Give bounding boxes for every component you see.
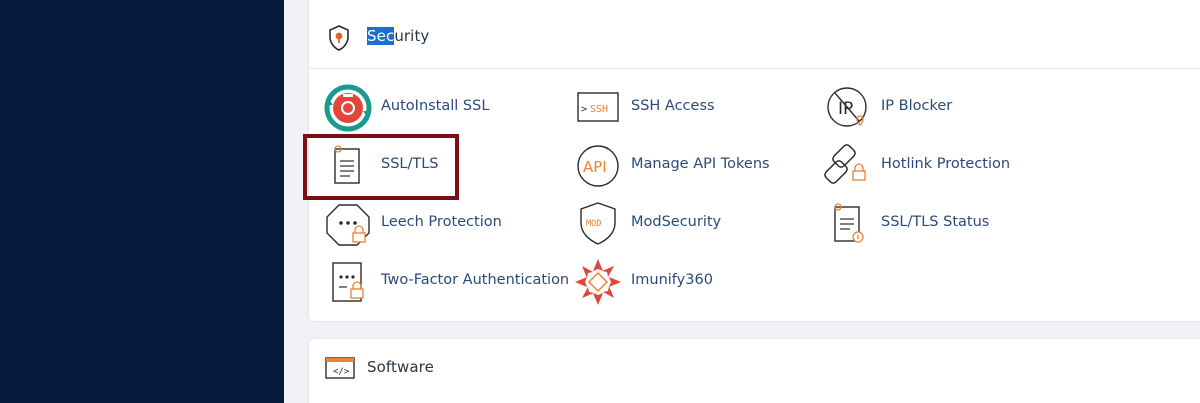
svg-text:IP: IP: [838, 99, 853, 119]
manage-api-tokens-link[interactable]: API Manage API Tokens: [573, 141, 793, 191]
hotlink-icon: [824, 144, 866, 184]
security-panel-header[interactable]: Security: [309, 0, 1200, 69]
item-label: SSH Access: [631, 98, 715, 114]
two-factor-icon: [332, 262, 364, 302]
ssh-access-link[interactable]: > SSH SSH Access: [573, 83, 793, 133]
main-content: Security AutoInstall SSL > SSH SSH Acces…: [284, 0, 1200, 403]
svg-text:SSH: SSH: [590, 104, 608, 115]
selected-text: Sec: [367, 27, 395, 45]
ip-blocker-link[interactable]: IP IP Blocker: [823, 83, 1043, 133]
leech-protection-link[interactable]: Leech Protection: [323, 199, 543, 249]
item-label: Manage API Tokens: [631, 156, 770, 172]
ssh-icon: > SSH: [577, 92, 619, 122]
api-icon: API: [577, 145, 619, 187]
hotlink-protection-link[interactable]: Hotlink Protection: [823, 141, 1043, 191]
shield-icon: [329, 25, 349, 51]
item-label: Two-Factor Authentication: [381, 272, 570, 288]
left-sidebar: [0, 0, 284, 403]
modsecurity-link[interactable]: MOD ModSecurity: [573, 199, 793, 249]
svg-text:>: >: [581, 104, 587, 115]
item-label: Leech Protection: [381, 214, 502, 230]
item-label: Hotlink Protection: [881, 156, 1011, 172]
software-title: Software: [367, 358, 434, 376]
item-label: AutoInstall SSL: [381, 98, 490, 114]
ssl-tls-status-icon: [834, 203, 864, 243]
imunify360-icon: [575, 259, 621, 305]
software-panel-header[interactable]: </> Software: [309, 339, 1200, 403]
security-title: Security: [367, 27, 429, 45]
item-label: IP Blocker: [881, 98, 953, 114]
svg-text:</>: </>: [333, 367, 350, 377]
item-label: SSL/TLS Status: [881, 214, 990, 230]
svg-text:MOD: MOD: [586, 219, 601, 229]
title-rest: urity: [394, 27, 430, 45]
two-factor-authentication-link[interactable]: Two-Factor Authentication: [323, 257, 569, 307]
item-label: ModSecurity: [631, 214, 722, 230]
software-panel: </> Software: [308, 338, 1200, 403]
code-window-icon: </>: [325, 357, 355, 379]
ip-blocker-icon: IP: [827, 87, 867, 127]
autoinstall-ssl-icon: [324, 84, 372, 132]
leech-protection-icon: [326, 204, 370, 246]
ssl-tls-status-link[interactable]: SSL/TLS Status: [823, 199, 1043, 249]
item-label: Imunify360: [631, 272, 713, 288]
svg-text:API: API: [583, 158, 607, 176]
imunify360-link[interactable]: Imunify360: [573, 257, 793, 307]
highlight-box: [303, 134, 459, 200]
modsecurity-icon: MOD: [580, 202, 616, 245]
autoinstall-ssl-link[interactable]: AutoInstall SSL: [323, 83, 543, 133]
